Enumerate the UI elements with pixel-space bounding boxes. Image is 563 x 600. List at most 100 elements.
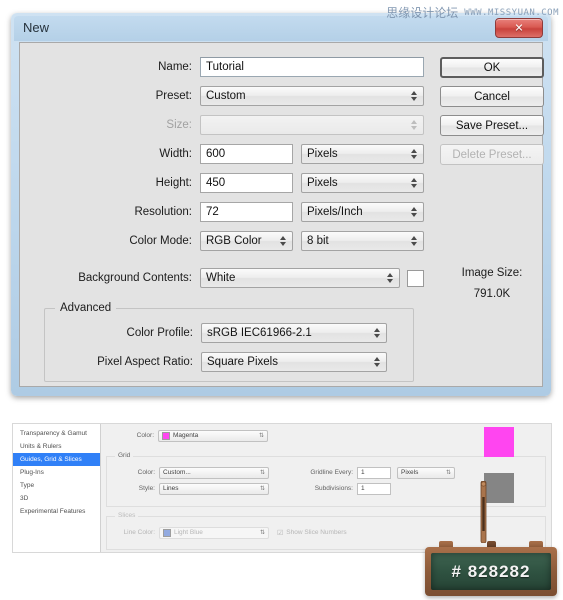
save-preset-button[interactable]: Save Preset... — [440, 115, 544, 136]
delete-preset-button: Delete Preset... — [440, 144, 544, 165]
color-mode-row: Color Mode: RGB Color 8 bit — [20, 231, 424, 251]
gridline-every-label: Gridline Every: — [310, 469, 353, 476]
grid-style-select[interactable]: Lines ⇅ — [159, 482, 269, 495]
grid-style-value: Lines — [163, 485, 179, 492]
chalkboard-frame: # 828282 — [425, 547, 557, 596]
chalkboard-surface: # 828282 — [431, 553, 551, 590]
dialog-title-bar: New ✕ — [14, 16, 548, 41]
chevron-updown-icon: ⇅ — [259, 484, 265, 492]
background-contents-label: Background Contents: — [78, 272, 192, 284]
chevron-updown-icon: ⇅ — [258, 431, 264, 439]
magenta-color-swatch[interactable] — [484, 427, 514, 457]
grid-legend: Grid — [115, 452, 134, 459]
resolution-input[interactable]: 72 — [200, 202, 293, 222]
height-input[interactable]: 450 — [200, 173, 293, 193]
sidebar-item-guides-grid-slices[interactable]: Guides, Grid & Slices — [13, 453, 100, 466]
width-row: Width: 600 Pixels — [20, 144, 424, 164]
color-mode-select[interactable]: RGB Color — [200, 231, 293, 251]
chevron-updown-icon — [411, 235, 418, 247]
gridline-every-input[interactable]: 1 — [357, 466, 391, 479]
chevron-updown-icon — [374, 327, 381, 339]
guides-color-label: Color: — [136, 432, 154, 439]
chevron-updown-icon — [411, 148, 418, 160]
ok-button[interactable]: OK — [440, 57, 544, 78]
gridline-unit-select[interactable]: Pixels ⇅ — [397, 466, 455, 479]
width-label: Width: — [159, 148, 192, 160]
height-unit-value: Pixels — [307, 177, 338, 189]
advanced-fieldset: Advanced Color Profile: sRGB IEC61966-2.… — [44, 302, 414, 382]
width-input[interactable]: 600 — [200, 144, 293, 164]
pixel-aspect-select[interactable]: Square Pixels — [201, 352, 387, 372]
cancel-button[interactable]: Cancel — [440, 86, 544, 107]
sidebar-item-transparency-gamut[interactable]: Transparency & Gamut — [13, 427, 100, 440]
slices-line-color-row: Line Color: Light Blue ⇅ ☑ Show Slice Nu… — [103, 526, 403, 539]
preferences-panel: Transparency & Gamut Units & Rulers Guid… — [12, 423, 552, 553]
image-size-label: Image Size: — [461, 267, 523, 279]
chevron-updown-icon — [411, 177, 418, 189]
image-size-value: 791.0K — [473, 288, 511, 300]
sidebar-item-type[interactable]: Type — [13, 479, 100, 492]
guides-color-swatch-icon — [162, 431, 170, 440]
pixel-aspect-label: Pixel Aspect Ratio: — [97, 356, 193, 368]
height-label: Height: — [155, 177, 192, 189]
pixel-aspect-row: Pixel Aspect Ratio: Square Pixels — [21, 352, 415, 372]
background-contents-select[interactable]: White — [200, 268, 400, 288]
slices-line-color-select: Light Blue ⇅ — [159, 526, 269, 539]
width-unit-value: Pixels — [307, 148, 338, 160]
background-color-swatch[interactable] — [407, 269, 424, 287]
name-input[interactable]: Tutorial — [200, 57, 424, 77]
sidebar-item-3d[interactable]: 3D — [13, 492, 100, 505]
sidebar-item-experimental-features[interactable]: Experimental Features — [13, 505, 100, 518]
guides-color-value: Magenta — [173, 432, 199, 439]
preset-label: Preset: — [155, 90, 192, 102]
background-contents-row: Background Contents: White — [20, 268, 424, 288]
chevron-updown-icon — [411, 119, 418, 131]
preset-value: Custom — [206, 90, 246, 102]
height-row: Height: 450 Pixels — [20, 173, 424, 193]
show-slice-numbers-label: Show Slice Numbers — [286, 529, 347, 536]
slices-color-swatch-icon — [163, 528, 171, 537]
resolution-label: Resolution: — [134, 206, 192, 218]
color-mode-label: Color Mode: — [129, 235, 192, 247]
close-icon: ✕ — [514, 21, 524, 35]
subdivisions-input[interactable]: 1 — [357, 482, 391, 495]
size-label: Size: — [166, 119, 192, 131]
color-profile-value: sRGB IEC61966-2.1 — [207, 327, 312, 339]
advanced-legend: Advanced — [55, 302, 117, 314]
gridline-unit-value: Pixels — [401, 469, 419, 476]
chevron-updown-icon — [411, 206, 418, 218]
color-profile-label: Color Profile: — [126, 327, 193, 339]
background-contents-value: White — [206, 272, 236, 284]
hex-color-text: # 828282 — [451, 561, 531, 581]
width-unit-select[interactable]: Pixels — [301, 144, 424, 164]
guides-color-row: Color: Magenta ⇅ — [102, 429, 332, 442]
color-hex-chalkboard: # 828282 — [425, 541, 557, 596]
gray-color-swatch[interactable] — [484, 473, 514, 503]
chevron-updown-icon — [280, 235, 287, 247]
name-label: Name: — [158, 61, 192, 73]
preset-select[interactable]: Custom — [200, 86, 424, 106]
color-profile-select[interactable]: sRGB IEC61966-2.1 — [201, 323, 387, 343]
chevron-updown-icon — [374, 356, 381, 368]
slices-line-color-value: Light Blue — [174, 529, 203, 536]
pixel-aspect-value: Square Pixels — [207, 356, 278, 368]
color-profile-row: Color Profile: sRGB IEC61966-2.1 — [21, 323, 415, 343]
chevron-updown-icon: ⇅ — [259, 528, 265, 536]
resolution-unit-value: Pixels/Inch — [307, 206, 363, 218]
sidebar-item-plug-ins[interactable]: Plug-Ins — [13, 466, 100, 479]
preset-row: Preset: Custom — [20, 86, 424, 106]
close-button[interactable]: ✕ — [495, 18, 543, 38]
show-slice-numbers-checkbox: ☑ — [277, 529, 284, 537]
color-depth-select[interactable]: 8 bit — [301, 231, 424, 251]
height-unit-select[interactable]: Pixels — [301, 173, 424, 193]
color-depth-value: 8 bit — [307, 235, 329, 247]
grid-color-value: Custom... — [163, 469, 191, 476]
slices-line-color-label: Line Color: — [123, 529, 155, 536]
eyedropper-pointer-icon — [480, 481, 487, 543]
grid-style-label: Style: — [138, 485, 155, 492]
sidebar-item-units-rulers[interactable]: Units & Rulers — [13, 440, 100, 453]
chevron-updown-icon — [411, 90, 418, 102]
resolution-unit-select[interactable]: Pixels/Inch — [301, 202, 424, 222]
grid-color-select[interactable]: Custom... ⇅ — [159, 466, 269, 479]
guides-color-select[interactable]: Magenta ⇅ — [158, 429, 268, 442]
